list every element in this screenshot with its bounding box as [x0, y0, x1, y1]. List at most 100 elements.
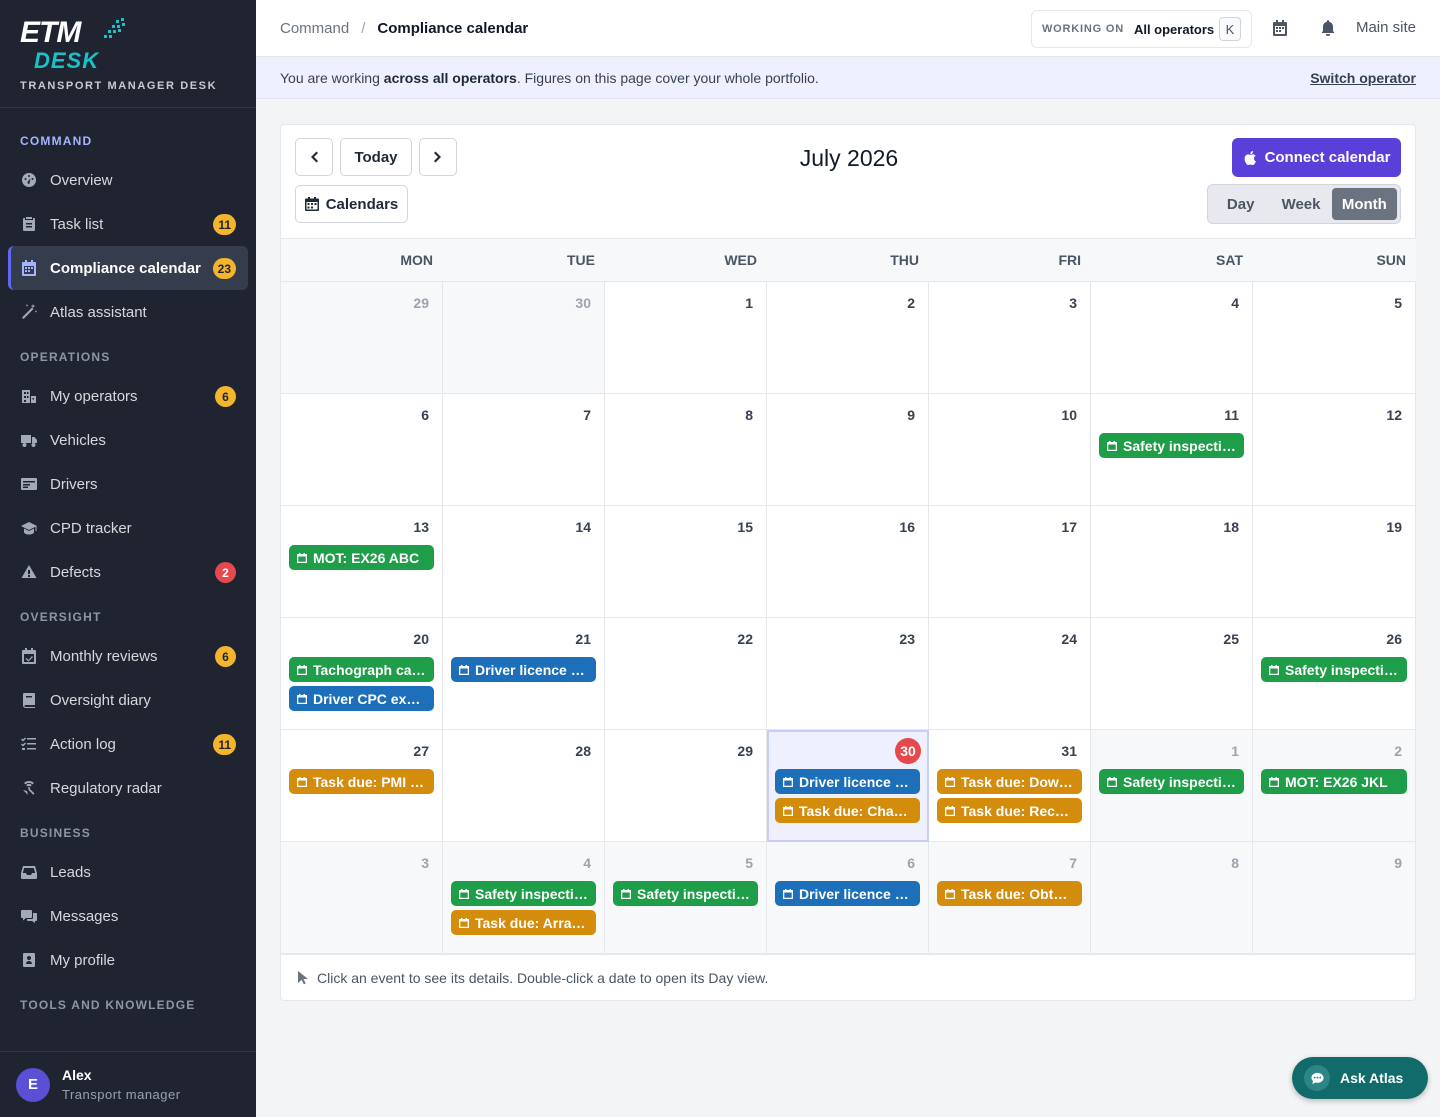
day-cell[interactable]: 10 [929, 394, 1091, 506]
day-cell[interactable]: 2 [767, 282, 929, 394]
sidebar-item-atlas-assistant[interactable]: Atlas assistant [8, 290, 248, 334]
day-cell[interactable]: 16 [767, 506, 929, 618]
day-cell[interactable]: 4 Safety inspecti… Task due: Arra… [443, 842, 605, 954]
nav-section-business: BUSINESS Leads Messages My profile [0, 822, 256, 982]
calendar-event[interactable]: Safety inspecti… [1261, 657, 1407, 682]
sidebar-item-defects[interactable]: Defects 2 [8, 550, 248, 594]
sidebar-item-regulatory-radar[interactable]: Regulatory radar [8, 766, 248, 810]
sidebar-item-messages[interactable]: Messages [8, 894, 248, 938]
calendar-event[interactable]: Driver licence … [775, 769, 920, 794]
day-cell[interactable]: 6 Driver licence … [767, 842, 929, 954]
breadcrumb-command[interactable]: Command [280, 20, 349, 37]
calendar-event[interactable]: Driver licence … [775, 881, 920, 906]
day-cell[interactable]: 14 [443, 506, 605, 618]
sidebar-item-drivers[interactable]: Drivers [8, 462, 248, 506]
user-card[interactable]: E Alex Transport manager [0, 1051, 256, 1117]
etm-desk-logo[interactable]: ETM DESK [20, 16, 130, 73]
day-cell[interactable]: 11 Safety inspecti… [1091, 394, 1253, 506]
day-cell[interactable]: 12 [1253, 394, 1416, 506]
sidebar-item-my-profile[interactable]: My profile [8, 938, 248, 982]
day-cell[interactable]: 5 [1253, 282, 1416, 394]
day-cell[interactable]: 20 Tachograph ca… Driver CPC exp… [281, 618, 443, 730]
sidebar-item-overview[interactable]: Overview [8, 158, 248, 202]
day-cell[interactable]: 30 [443, 282, 605, 394]
sidebar-item-action-log[interactable]: Action log 11 [8, 722, 248, 766]
day-cell[interactable]: 26 Safety inspecti… [1253, 618, 1416, 730]
day-cell[interactable]: 4 [1091, 282, 1253, 394]
calendar-event[interactable]: Task due: Arra… [451, 910, 596, 935]
day-cell[interactable]: 31 Task due: Dow… Task due: Rec… [929, 730, 1091, 842]
switch-operator-link[interactable]: Switch operator [1310, 70, 1416, 86]
day-cell[interactable]: 19 [1253, 506, 1416, 618]
day-cell[interactable]: 1 Safety inspecti… [1091, 730, 1253, 842]
day-cell[interactable]: 25 [1091, 618, 1253, 730]
calendar-event[interactable]: Task due: Obta… [937, 881, 1082, 906]
date-number: 6 [907, 855, 915, 871]
calendar-event[interactable]: Safety inspecti… [613, 881, 758, 906]
day-cell[interactable]: 29 [281, 282, 443, 394]
day-cell[interactable]: 21 Driver licence … [443, 618, 605, 730]
day-cell[interactable]: 18 [1091, 506, 1253, 618]
day-cell[interactable]: 1 [605, 282, 767, 394]
main-site-link[interactable]: Main site [1356, 19, 1416, 36]
calendar-event[interactable]: Safety inspecti… [1099, 433, 1244, 458]
sidebar-item-cpd-tracker[interactable]: CPD tracker [8, 506, 248, 550]
date-number: 22 [737, 631, 753, 647]
calendar-event[interactable]: Tachograph ca… [289, 657, 434, 682]
day-cell[interactable]: 13 MOT: EX26 ABC [281, 506, 443, 618]
avatar[interactable]: E [16, 1067, 50, 1102]
day-cell[interactable]: 22 [605, 618, 767, 730]
connect-calendar-button[interactable]: Connect calendar [1232, 138, 1401, 177]
day-cell[interactable]: 27 Task due: PMI … [281, 730, 443, 842]
calendar-event[interactable]: Driver CPC exp… [289, 686, 434, 711]
day-cell[interactable]: 7 Task due: Obta… [929, 842, 1091, 954]
day-cell[interactable]: 30 Driver licence … Task due: Cha… [767, 730, 929, 842]
next-month-button[interactable] [419, 138, 457, 176]
sidebar-item-vehicles[interactable]: Vehicles [8, 418, 248, 462]
day-cell[interactable]: 7 [443, 394, 605, 506]
day-cell[interactable]: 5 Safety inspecti… [605, 842, 767, 954]
day-cell[interactable]: 17 [929, 506, 1091, 618]
calendar-event[interactable]: MOT: EX26 JKL [1261, 769, 1407, 794]
day-cell[interactable]: 24 [929, 618, 1091, 730]
sidebar-item-my-operators[interactable]: My operators 6 [8, 374, 248, 418]
bell-icon[interactable] [1318, 18, 1338, 38]
sidebar-item-compliance-calendar[interactable]: Compliance calendar 23 [8, 246, 248, 290]
view-week-button[interactable]: Week [1270, 188, 1331, 220]
day-cell[interactable]: 2 MOT: EX26 JKL [1253, 730, 1416, 842]
ask-atlas-button[interactable]: Ask Atlas [1292, 1057, 1428, 1099]
calendar-event[interactable]: Task due: Cha… [775, 798, 920, 823]
sidebar-item-leads[interactable]: Leads [8, 850, 248, 894]
truck-icon [20, 431, 38, 449]
today-button[interactable]: Today [340, 138, 412, 176]
day-cell[interactable]: 23 [767, 618, 929, 730]
day-cell[interactable]: 29 [605, 730, 767, 842]
calendar-event[interactable]: Safety inspecti… [1099, 769, 1244, 794]
day-cell[interactable]: 8 [1091, 842, 1253, 954]
sidebar-item-task-list[interactable]: Task list 11 [8, 202, 248, 246]
calendar-event[interactable]: Task due: Rec… [937, 798, 1082, 823]
calendar-event[interactable]: Task due: Dow… [937, 769, 1082, 794]
day-cell[interactable]: 28 [443, 730, 605, 842]
calendar-icon[interactable] [1270, 18, 1290, 38]
previous-month-button[interactable] [295, 138, 333, 176]
sidebar-item-label: CPD tracker [50, 519, 132, 537]
day-cell[interactable]: 15 [605, 506, 767, 618]
calendar-event[interactable]: Safety inspecti… [451, 881, 596, 906]
day-cell[interactable]: 9 [767, 394, 929, 506]
sidebar-item-monthly-reviews[interactable]: Monthly reviews 6 [8, 634, 248, 678]
day-cell[interactable]: 3 [281, 842, 443, 954]
calendar-event[interactable]: MOT: EX26 ABC [289, 545, 434, 570]
day-cell[interactable]: 3 [929, 282, 1091, 394]
calendar-event[interactable]: Task due: PMI … [289, 769, 434, 794]
calendar-event[interactable]: Driver licence … [451, 657, 596, 682]
day-cell[interactable]: 9 [1253, 842, 1416, 954]
view-month-button[interactable]: Month [1331, 188, 1397, 220]
calendars-button[interactable]: Calendars [295, 185, 408, 223]
day-cell[interactable]: 6 [281, 394, 443, 506]
weekday-tue: TUE [567, 252, 595, 268]
day-cell[interactable]: 8 [605, 394, 767, 506]
sidebar-item-oversight-diary[interactable]: Oversight diary [8, 678, 248, 722]
operator-switcher[interactable]: WORKING ON All operators K [1031, 10, 1252, 48]
view-day-button[interactable]: Day [1211, 188, 1270, 220]
